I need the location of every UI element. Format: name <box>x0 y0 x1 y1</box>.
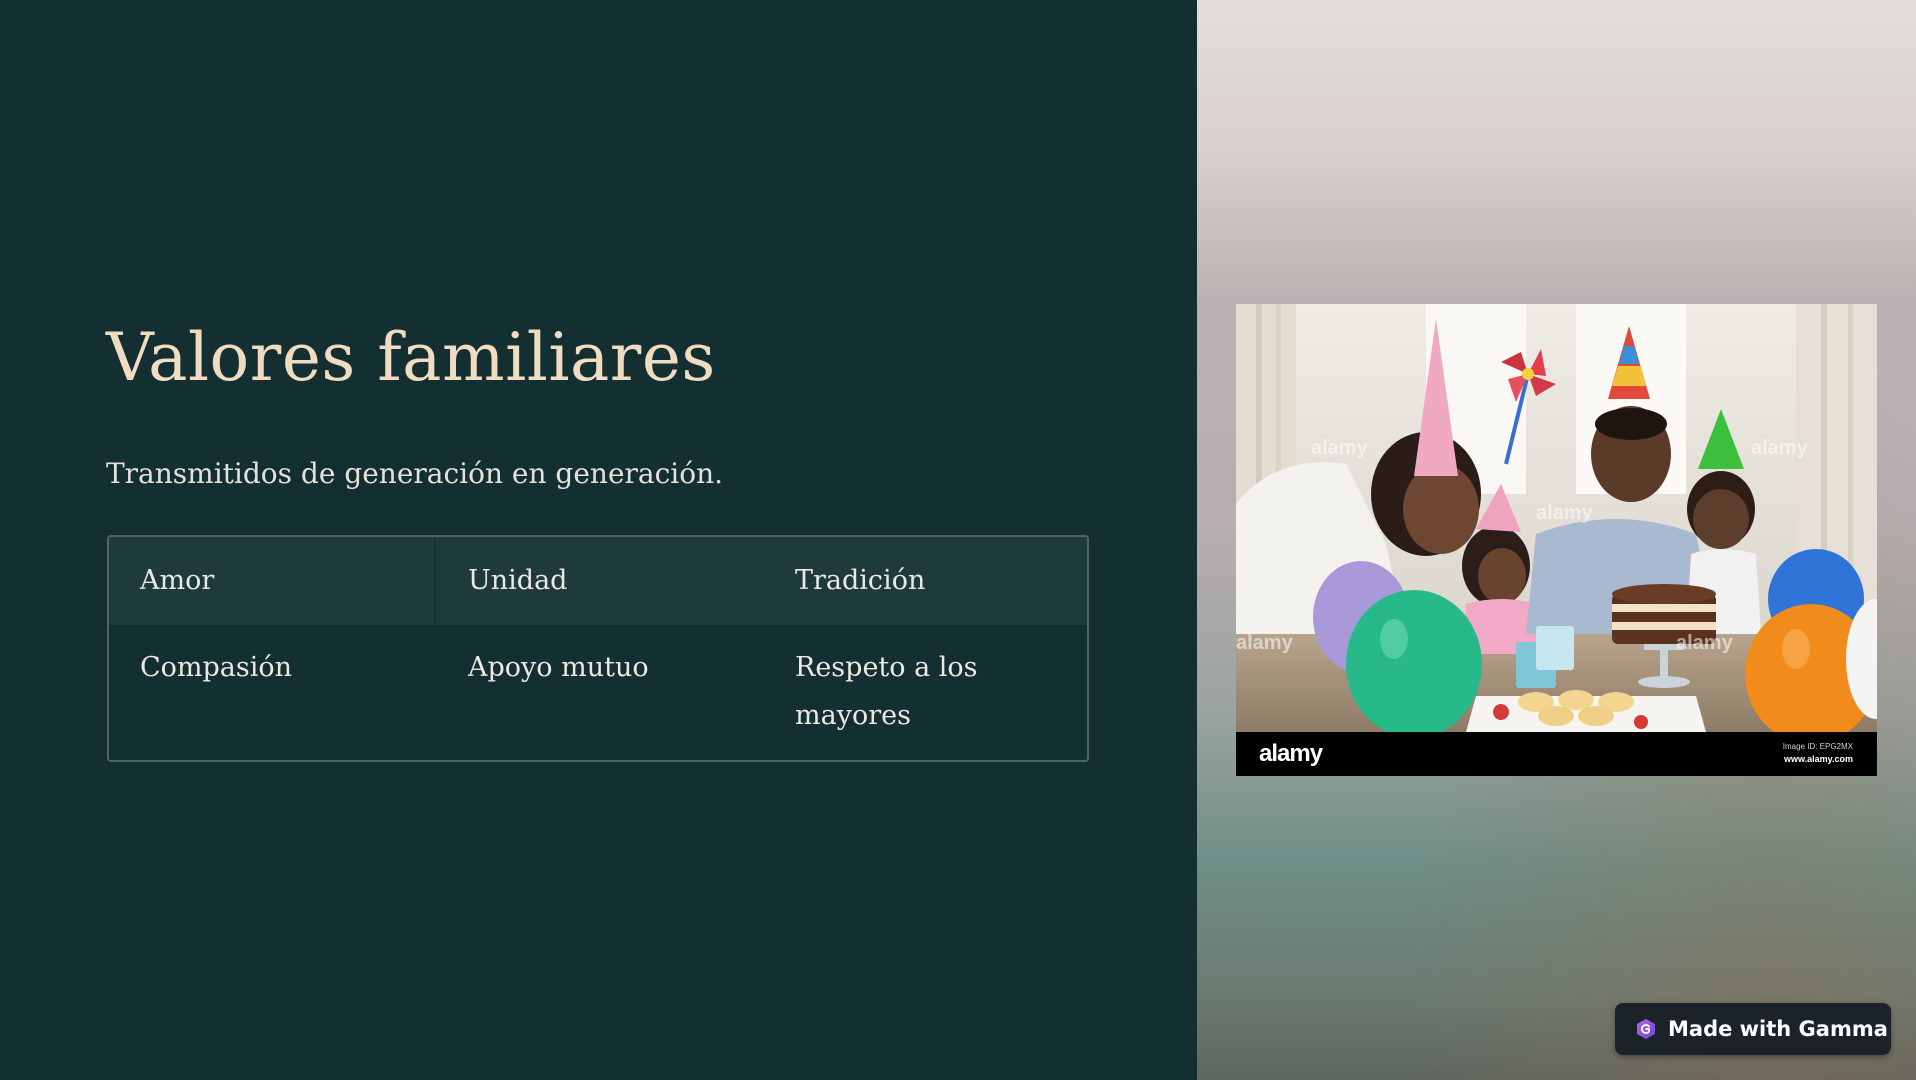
table-header-cell: Amor <box>140 565 215 596</box>
table-cell: Respeto a los mayores <box>795 652 978 731</box>
made-with-gamma-button[interactable]: Made with Gamma <box>1615 1003 1891 1055</box>
slide-title: Valores familiares <box>106 319 716 396</box>
image-id-text: Image ID: EPG2MX <box>1782 742 1853 751</box>
svg-text:alamy: alamy <box>1676 632 1734 654</box>
table-cell: Apoyo mutuo <box>468 652 649 683</box>
svg-text:alamy: alamy <box>1236 632 1294 654</box>
image-source-url: www.alamy.com <box>1783 754 1853 764</box>
slide: Valores familiares Transmitidos de gener… <box>0 0 1916 1080</box>
photo-credit-bar: alamy Image ID: EPG2MX www.alamy.com <box>1236 732 1877 776</box>
svg-text:alamy: alamy <box>1751 437 1809 459</box>
values-table: Amor Unidad Tradición Compasión Apoyo mu… <box>107 535 1089 762</box>
family-birthday-photo-illustration: alamy alamy alamy alamy alamy <box>1236 304 1877 732</box>
table-header-cell: Tradición <box>795 565 926 596</box>
table-header-cell: Unidad <box>468 565 568 596</box>
content-panel: Valores familiares Transmitidos de gener… <box>0 0 1197 1080</box>
table-cell: Compasión <box>140 652 293 683</box>
gamma-logo-icon <box>1637 1019 1655 1039</box>
svg-text:alamy: alamy <box>1311 437 1369 459</box>
slide-subtitle: Transmitidos de generación en generación… <box>106 457 724 490</box>
alamy-logo: alamy <box>1259 740 1323 767</box>
family-photo: alamy alamy alamy alamy alamy alamy Imag… <box>1236 304 1877 776</box>
column-divider <box>435 537 436 625</box>
svg-text:alamy: alamy <box>1536 502 1594 524</box>
badge-label: Made with Gamma <box>1668 1017 1888 1041</box>
